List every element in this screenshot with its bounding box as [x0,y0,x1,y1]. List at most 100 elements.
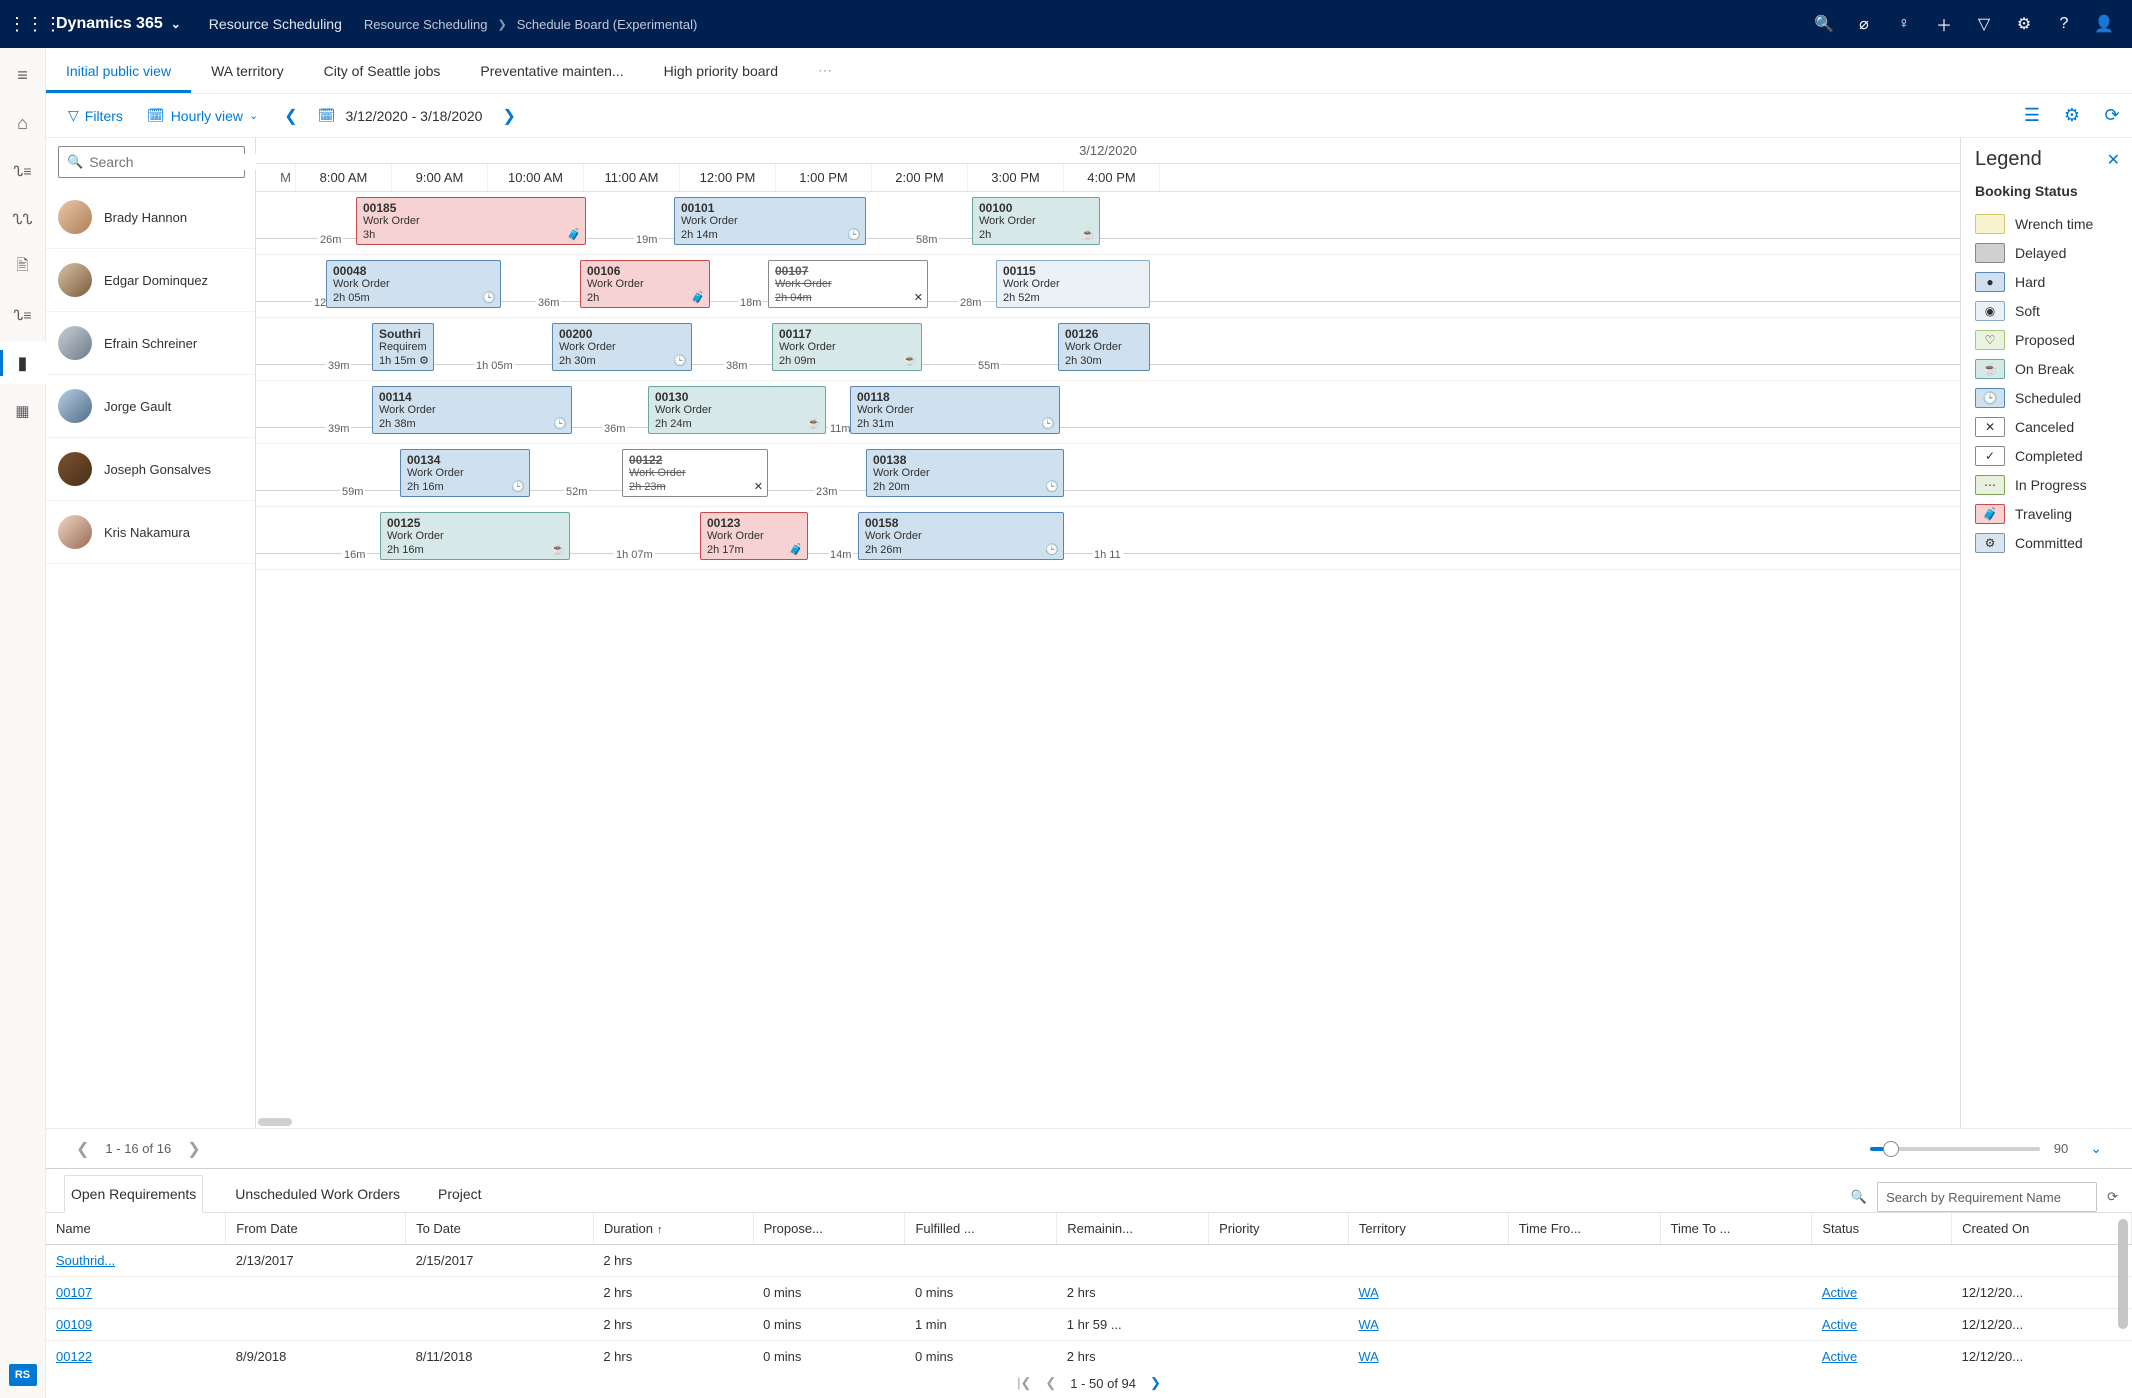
workorder-block[interactable]: 00130Work Order2h 24m☕ [648,386,826,434]
view-selector[interactable]: 🗓 Hourly view ⌄ [135,94,270,137]
column-header[interactable]: Time To ... [1660,1213,1812,1245]
filters-button[interactable]: ▽ Filters [56,94,135,137]
filter-icon[interactable]: ▽ [1964,14,2004,34]
column-header[interactable]: Name [46,1213,226,1245]
grid-search-icon[interactable]: 🔍 [1851,1189,1867,1205]
brand-switcher[interactable]: Dynamics 365 ⌄ [56,15,181,33]
date-range-picker[interactable]: 🗓 3/12/2020 - 3/18/2020 [312,107,489,124]
link[interactable]: 00107 [56,1285,92,1300]
resource-row[interactable]: Edgar Dominquez [46,249,255,312]
horizontal-scrollbar[interactable] [258,1118,292,1126]
table-row[interactable]: 001092 hrs0 mins1 min1 hr 59 ...WAActive… [46,1309,2132,1341]
link[interactable]: Active [1822,1285,1857,1300]
workorder-block[interactable]: 00106Work Order2h🧳 [580,260,710,308]
resource-row[interactable]: Kris Nakamura [46,501,255,564]
workorder-block[interactable]: 00122Work Order2h 23m✕ [622,449,768,497]
column-header[interactable]: Duration↑ [593,1213,753,1245]
date-next-button[interactable]: ❯ [488,106,529,126]
tab-seattle[interactable]: City of Seattle jobs [304,48,461,93]
tab-open-requirements[interactable]: Open Requirements [64,1175,203,1213]
column-header[interactable]: Status [1812,1213,1952,1245]
link[interactable]: WA [1358,1349,1378,1364]
app-launcher-icon[interactable]: ⋮⋮⋮ [8,14,48,35]
table-row[interactable]: 001072 hrs0 mins0 mins2 hrsWAActive12/12… [46,1277,2132,1309]
close-icon[interactable]: ✕ [2107,150,2120,170]
column-header[interactable]: From Date [226,1213,406,1245]
tab-preventative[interactable]: Preventative mainten... [460,48,643,93]
pager-prev[interactable]: ❮ [76,1139,89,1159]
workorder-block[interactable]: 00138Work Order2h 20m🕒 [866,449,1064,497]
workorder-block[interactable]: 00115Work Order2h 52m [996,260,1150,308]
timeline[interactable]: 3/12/2020 M8:00 AM9:00 AM10:00 AM11:00 A… [256,138,1960,1128]
link[interactable]: 00109 [56,1317,92,1332]
nav-contacts-icon[interactable]: ᔐ≡ [0,294,46,336]
link[interactable]: WA [1358,1317,1378,1332]
vertical-scrollbar[interactable] [2118,1219,2128,1329]
grid-next[interactable]: ❯ [1150,1375,1161,1391]
tab-initial-public[interactable]: Initial public view [46,48,191,93]
workorder-block[interactable]: 00123Work Order2h 17m🧳 [700,512,808,560]
workorder-block[interactable]: 00118Work Order2h 31m🕒 [850,386,1060,434]
workorder-block[interactable]: 00185Work Order3h🧳 [356,197,586,245]
task-icon[interactable]: ⌀ [1844,14,1884,34]
list-view-icon[interactable]: ☰ [2012,105,2052,126]
column-header[interactable]: Propose... [753,1213,905,1245]
column-header[interactable]: Created On [1952,1213,2132,1245]
workorder-block[interactable]: SouthriRequirem1h 15m⚙ [372,323,434,371]
link[interactable]: Active [1822,1317,1857,1332]
resource-search[interactable]: 🔍 [58,146,245,178]
tab-more[interactable]: ⋯ [798,48,852,93]
tab-project[interactable]: Project [432,1176,488,1212]
column-header[interactable]: Time Fro... [1508,1213,1660,1245]
timeline-lane[interactable]: 16m00125Work Order2h 16m☕1h 07m00123Work… [256,507,1960,570]
rail-badge[interactable]: RS [9,1364,37,1386]
help-icon[interactable]: ? [2044,15,2084,33]
timeline-lane[interactable]: 26m00185Work Order3h🧳19m00101Work Order2… [256,192,1960,255]
workorder-block[interactable]: 00114Work Order2h 38m🕒 [372,386,572,434]
workorder-block[interactable]: 00134Work Order2h 16m🕒 [400,449,530,497]
nav-hamburger-icon[interactable]: ≡ [0,54,46,96]
resource-row[interactable]: Joseph Gonsalves [46,438,255,501]
grid-search-input[interactable]: Search by Requirement Name [1877,1182,2097,1212]
grid-refresh-icon[interactable]: ⟳ [2107,1189,2118,1205]
search-icon[interactable]: 🔍 [1804,14,1844,34]
bulb-icon[interactable]: ♀ [1884,15,1924,33]
link[interactable]: WA [1358,1285,1378,1300]
column-header[interactable]: Priority [1209,1213,1349,1245]
nav-calendar-icon[interactable]: ▦ [0,390,46,432]
workorder-block[interactable]: 00048Work Order2h 05m🕒 [326,260,501,308]
timeline-lane[interactable]: 12m00048Work Order2h 05m🕒36m00106Work Or… [256,255,1960,318]
breadcrumb-2[interactable]: Schedule Board (Experimental) [517,17,698,32]
grid-prev[interactable]: ❮ [1045,1375,1056,1391]
resource-row[interactable]: Efrain Schreiner [46,312,255,375]
workorder-block[interactable]: 00117Work Order2h 09m☕ [772,323,922,371]
nav-home-icon[interactable]: ⌂ [0,102,46,144]
link[interactable]: 00122 [56,1349,92,1364]
column-header[interactable]: To Date [406,1213,594,1245]
link[interactable]: Southrid... [56,1253,115,1268]
grid-first[interactable]: |❮ [1017,1375,1031,1391]
resource-row[interactable]: Brady Hannon [46,186,255,249]
table-row[interactable]: 001228/9/20188/11/20182 hrs0 mins0 mins2… [46,1341,2132,1369]
breadcrumb-1[interactable]: Resource Scheduling [364,17,488,32]
nav-people-icon[interactable]: ᔐᔐ [0,198,46,240]
link[interactable]: Active [1822,1349,1857,1364]
column-header[interactable]: Fulfilled ... [905,1213,1057,1245]
column-header[interactable]: Remainin... [1057,1213,1209,1245]
tab-unscheduled[interactable]: Unscheduled Work Orders [229,1176,406,1212]
timeline-lane[interactable]: 39mSouthriRequirem1h 15m⚙1h 05m00200Work… [256,318,1960,381]
timeline-lane[interactable]: 39m00114Work Order2h 38m🕒36m00130Work Or… [256,381,1960,444]
table-row[interactable]: Southrid...2/13/20172/15/20172 hrs [46,1245,2132,1277]
workorder-block[interactable]: 00107Work Order2h 04m✕ [768,260,928,308]
workorder-block[interactable]: 00158Work Order2h 26m🕒 [858,512,1064,560]
workorder-block[interactable]: 00100Work Order2h☕ [972,197,1100,245]
pager-next[interactable]: ❯ [187,1139,200,1159]
date-prev-button[interactable]: ❮ [270,106,311,126]
requirements-grid[interactable]: NameFrom DateTo DateDuration↑Propose...F… [46,1213,2132,1368]
user-icon[interactable]: 👤 [2084,14,2124,34]
workorder-block[interactable]: 00125Work Order2h 16m☕ [380,512,570,560]
refresh-icon[interactable]: ⟳ [2092,105,2132,126]
settings-gear-icon[interactable]: ⚙ [2052,105,2092,126]
tab-wa-territory[interactable]: WA territory [191,48,304,93]
nav-doc-icon[interactable]: 🖹 [0,246,46,288]
